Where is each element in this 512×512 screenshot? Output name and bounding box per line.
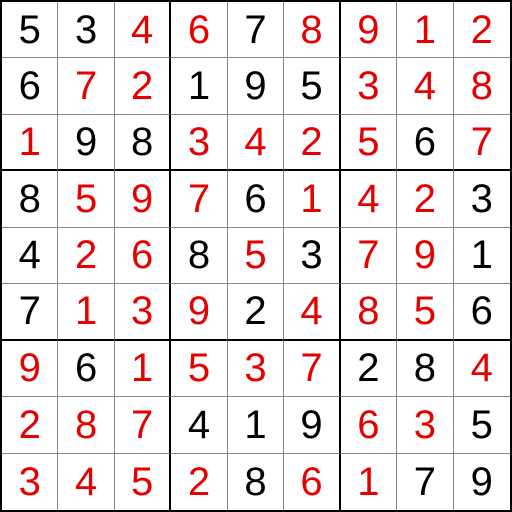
cell-r8-c7[interactable]: 6 (341, 397, 397, 453)
cell-r3-c3[interactable]: 8 (115, 115, 171, 171)
cell-r8-c6[interactable]: 9 (284, 397, 340, 453)
cell-r6-c6[interactable]: 4 (284, 284, 340, 340)
cell-r8-c3[interactable]: 7 (115, 397, 171, 453)
cell-r4-c8[interactable]: 2 (397, 171, 453, 227)
cell-r2-c8[interactable]: 4 (397, 58, 453, 114)
cell-r1-c2[interactable]: 3 (58, 2, 114, 58)
cell-r7-c1[interactable]: 9 (2, 341, 58, 397)
cell-r4-c7[interactable]: 4 (341, 171, 397, 227)
cell-r4-c1[interactable]: 8 (2, 171, 58, 227)
cell-r5-c9[interactable]: 1 (454, 228, 510, 284)
cell-r2-c5[interactable]: 9 (228, 58, 284, 114)
cell-r9-c7[interactable]: 1 (341, 454, 397, 510)
cell-r6-c3[interactable]: 3 (115, 284, 171, 340)
cell-r1-c5[interactable]: 7 (228, 2, 284, 58)
cell-r6-c7[interactable]: 8 (341, 284, 397, 340)
sudoku-grid: 5346789126721953481983425678597614234268… (0, 0, 512, 512)
cell-r5-c7[interactable]: 7 (341, 228, 397, 284)
cell-r2-c9[interactable]: 8 (454, 58, 510, 114)
cell-r9-c5[interactable]: 8 (228, 454, 284, 510)
cell-r8-c4[interactable]: 4 (171, 397, 227, 453)
cell-r6-c5[interactable]: 2 (228, 284, 284, 340)
cell-r3-c9[interactable]: 7 (454, 115, 510, 171)
cell-r1-c4[interactable]: 6 (171, 2, 227, 58)
cell-r7-c3[interactable]: 1 (115, 341, 171, 397)
cell-r4-c4[interactable]: 7 (171, 171, 227, 227)
cell-r3-c5[interactable]: 4 (228, 115, 284, 171)
cell-r8-c9[interactable]: 5 (454, 397, 510, 453)
cell-r5-c6[interactable]: 3 (284, 228, 340, 284)
cell-r7-c4[interactable]: 5 (171, 341, 227, 397)
cell-r5-c1[interactable]: 4 (2, 228, 58, 284)
cell-r8-c8[interactable]: 3 (397, 397, 453, 453)
cell-r7-c6[interactable]: 7 (284, 341, 340, 397)
cell-r4-c5[interactable]: 6 (228, 171, 284, 227)
cell-r2-c7[interactable]: 3 (341, 58, 397, 114)
cell-r3-c4[interactable]: 3 (171, 115, 227, 171)
cell-r3-c7[interactable]: 5 (341, 115, 397, 171)
cell-r2-c2[interactable]: 7 (58, 58, 114, 114)
cell-r6-c1[interactable]: 7 (2, 284, 58, 340)
cell-r5-c5[interactable]: 5 (228, 228, 284, 284)
cell-r8-c1[interactable]: 2 (2, 397, 58, 453)
cell-r8-c5[interactable]: 1 (228, 397, 284, 453)
cell-r9-c1[interactable]: 3 (2, 454, 58, 510)
cell-r4-c2[interactable]: 5 (58, 171, 114, 227)
cell-r3-c6[interactable]: 2 (284, 115, 340, 171)
cell-r2-c6[interactable]: 5 (284, 58, 340, 114)
cell-r7-c5[interactable]: 3 (228, 341, 284, 397)
cell-r3-c1[interactable]: 1 (2, 115, 58, 171)
cell-r1-c7[interactable]: 9 (341, 2, 397, 58)
cell-r6-c8[interactable]: 5 (397, 284, 453, 340)
cell-r3-c8[interactable]: 6 (397, 115, 453, 171)
cell-r9-c8[interactable]: 7 (397, 454, 453, 510)
cell-r1-c3[interactable]: 4 (115, 2, 171, 58)
cell-r9-c9[interactable]: 9 (454, 454, 510, 510)
cell-r9-c2[interactable]: 4 (58, 454, 114, 510)
cell-r1-c6[interactable]: 8 (284, 2, 340, 58)
cell-r5-c3[interactable]: 6 (115, 228, 171, 284)
cell-r4-c9[interactable]: 3 (454, 171, 510, 227)
cell-r2-c4[interactable]: 1 (171, 58, 227, 114)
cell-r1-c9[interactable]: 2 (454, 2, 510, 58)
cell-r9-c6[interactable]: 6 (284, 454, 340, 510)
cell-r4-c3[interactable]: 9 (115, 171, 171, 227)
cell-r7-c7[interactable]: 2 (341, 341, 397, 397)
cell-r2-c1[interactable]: 6 (2, 58, 58, 114)
cell-r4-c6[interactable]: 1 (284, 171, 340, 227)
cell-r9-c3[interactable]: 5 (115, 454, 171, 510)
cell-r1-c1[interactable]: 5 (2, 2, 58, 58)
cell-r5-c2[interactable]: 2 (58, 228, 114, 284)
cell-r5-c4[interactable]: 8 (171, 228, 227, 284)
cell-r6-c2[interactable]: 1 (58, 284, 114, 340)
cell-r7-c2[interactable]: 6 (58, 341, 114, 397)
cell-r7-c9[interactable]: 4 (454, 341, 510, 397)
cell-r2-c3[interactable]: 2 (115, 58, 171, 114)
cell-r6-c9[interactable]: 6 (454, 284, 510, 340)
cell-r3-c2[interactable]: 9 (58, 115, 114, 171)
cell-r5-c8[interactable]: 9 (397, 228, 453, 284)
cell-r1-c8[interactable]: 1 (397, 2, 453, 58)
cell-r6-c4[interactable]: 9 (171, 284, 227, 340)
cell-r9-c4[interactable]: 2 (171, 454, 227, 510)
cell-r7-c8[interactable]: 8 (397, 341, 453, 397)
cell-r8-c2[interactable]: 8 (58, 397, 114, 453)
